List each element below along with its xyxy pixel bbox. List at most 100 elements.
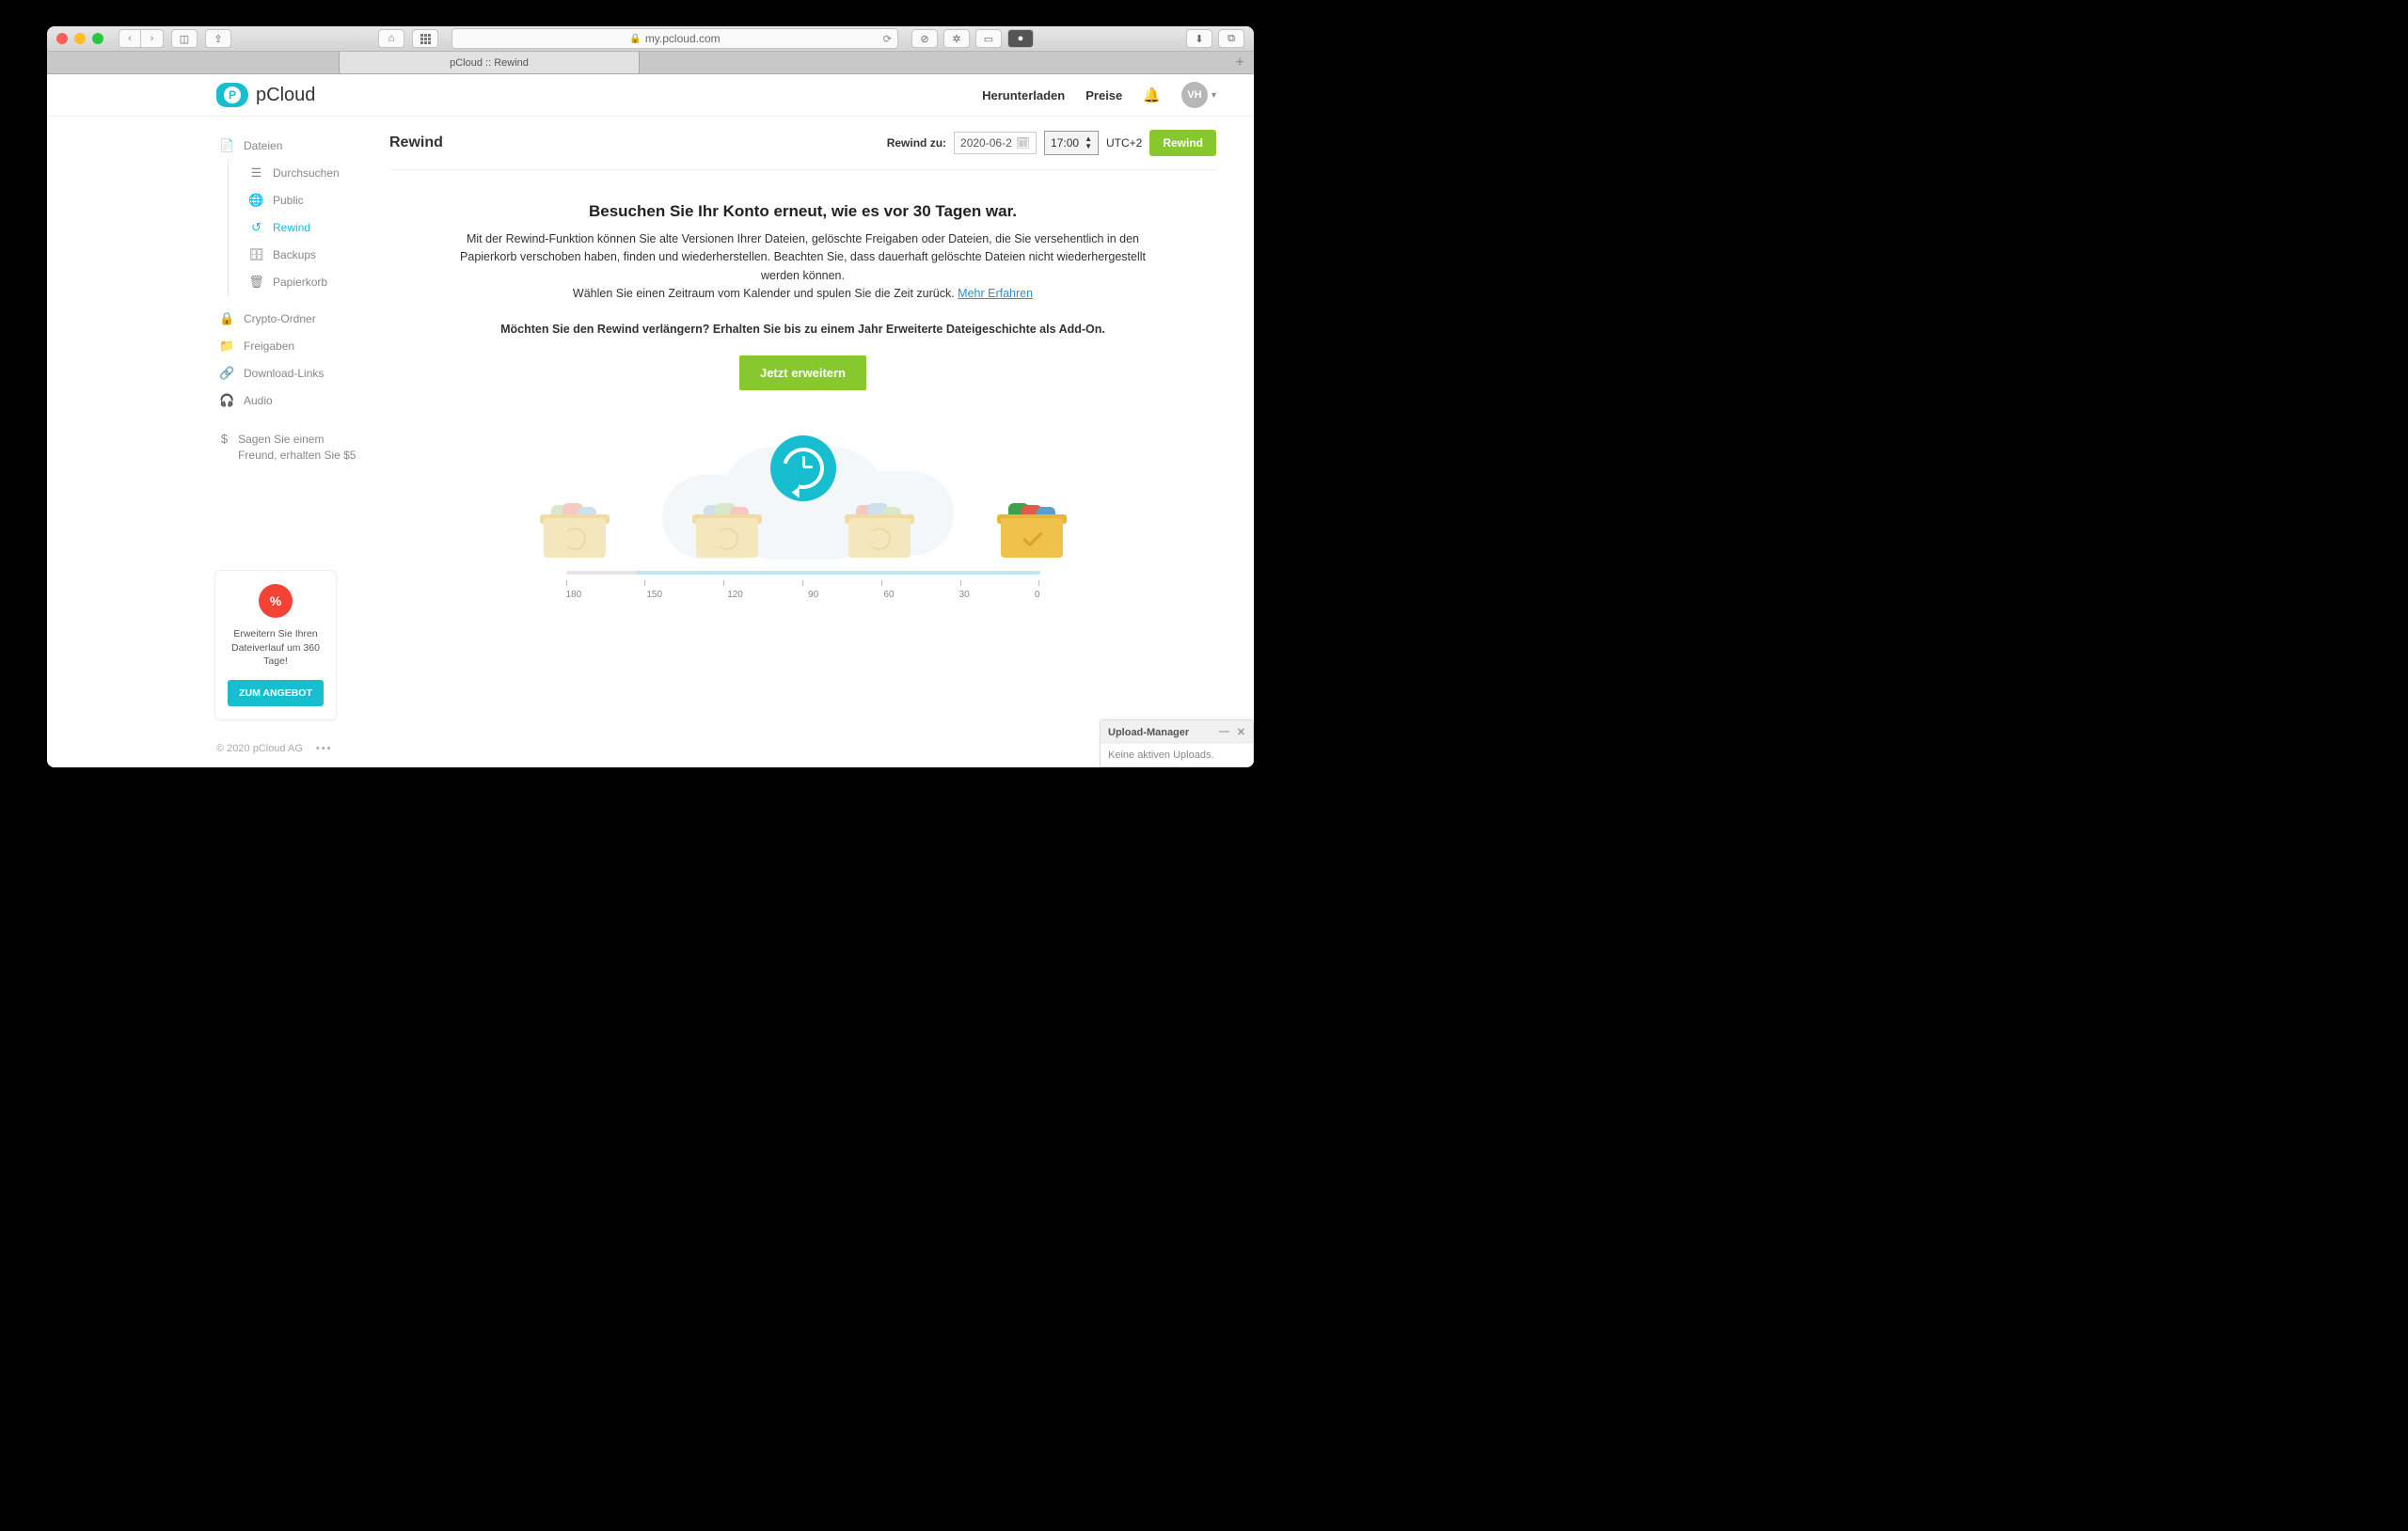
home-icon[interactable]: ⌂: [378, 29, 404, 48]
tl-label: 90: [808, 590, 818, 600]
minimize-window-icon[interactable]: [74, 33, 86, 44]
sidebar-label: Audio: [244, 394, 273, 407]
browser-window: ‹ › ◫ ⇪ ⌂ 🔒 my.pcloud.com ⟳ ⊘ ✲ ▭ ● ⬇ ⧉ …: [47, 26, 1254, 767]
hero: Besuchen Sie Ihr Konto erneut, wie es vo…: [389, 202, 1216, 390]
promo-card: % Erweitern Sie Ihren Dateiverlauf um 36…: [214, 570, 337, 720]
downloads-icon[interactable]: ⬇: [1186, 29, 1212, 48]
rewind-clock-icon: [770, 435, 836, 501]
learn-more-link[interactable]: Mehr Erfahren: [958, 287, 1033, 300]
tl-label: 120: [727, 590, 743, 600]
maximize-window-icon[interactable]: [92, 33, 103, 44]
chevron-down-icon: ▾: [1212, 90, 1216, 101]
sidebar-label: Crypto-Ordner: [244, 312, 316, 325]
tabs-icon[interactable]: ⧉: [1218, 29, 1244, 48]
date-input[interactable]: 2020-06-2 🗓: [954, 132, 1037, 154]
forward-button[interactable]: ›: [141, 29, 164, 48]
upload-manager: Upload-Manager — ✕ Keine aktiven Uploads…: [1100, 719, 1254, 767]
sidebar-item-public[interactable]: 🌐 Public: [229, 186, 367, 213]
current-box-icon: [1001, 509, 1063, 558]
upload-manager-title: Upload-Manager: [1108, 727, 1189, 738]
hero-sub2: Möchten Sie den Rewind verlängern? Erhal…: [451, 321, 1156, 339]
history-box-icon: [848, 509, 911, 558]
url-text: my.pcloud.com: [645, 32, 721, 45]
extension-icon-1[interactable]: ✲: [943, 29, 970, 48]
share-icon[interactable]: ⇪: [205, 29, 231, 48]
titlebar: ‹ › ◫ ⇪ ⌂ 🔒 my.pcloud.com ⟳ ⊘ ✲ ▭ ● ⬇ ⧉: [47, 26, 1254, 52]
lock-icon: 🔒: [220, 311, 234, 325]
account-menu[interactable]: VH ▾: [1181, 82, 1216, 108]
sidebar-label: Papierkorb: [273, 276, 327, 289]
list-icon: ☰: [249, 166, 263, 180]
tl-label: 60: [883, 590, 894, 600]
sidebar-toggle-icon[interactable]: ◫: [171, 29, 198, 48]
nav-download[interactable]: Herunterladen: [982, 88, 1065, 103]
address-bar[interactable]: 🔒 my.pcloud.com ⟳: [452, 28, 898, 49]
apps-icon[interactable]: [412, 29, 438, 48]
hero-body: Mit der Rewind-Funktion können Sie alte …: [451, 230, 1156, 304]
sidebar-label: Rewind: [273, 221, 310, 234]
tl-label: 180: [566, 590, 582, 600]
footer: © 2020 pCloud AG •••: [216, 743, 332, 754]
promo-text: Erweitern Sie Ihren Dateiverlauf um 360 …: [225, 627, 326, 669]
page-title: Rewind: [389, 134, 443, 151]
nav-pricing[interactable]: Preise: [1085, 88, 1122, 103]
headphones-icon: 🎧: [220, 393, 234, 407]
hero-heading: Besuchen Sie Ihr Konto erneut, wie es vo…: [389, 202, 1216, 221]
nav-back-forward: ‹ ›: [119, 29, 164, 48]
sidebar-item-referral[interactable]: $ Sagen Sie einem Freund, erhalten Sie $…: [216, 425, 367, 470]
privacy-icon[interactable]: ⊘: [911, 29, 938, 48]
extend-now-button[interactable]: Jetzt erweitern: [739, 355, 866, 390]
extension-icon-2[interactable]: ▭: [975, 29, 1002, 48]
sidebar-label: Durchsuchen: [273, 166, 340, 180]
sidebar-item-backups[interactable]: 🗄 Backups: [229, 241, 367, 268]
rewind-icon: ↺: [249, 220, 263, 234]
bell-icon[interactable]: 🔔: [1143, 87, 1161, 103]
sidebar-item-files[interactable]: 📄 Dateien: [216, 132, 367, 159]
new-tab-button[interactable]: +: [1226, 52, 1254, 73]
timezone-label: UTC+2: [1106, 136, 1142, 150]
promo-button[interactable]: ZUM ANGEBOT: [228, 680, 324, 706]
browser-tab[interactable]: pCloud :: Rewind: [339, 52, 640, 73]
tl-label: 0: [1035, 590, 1040, 600]
trash-icon: 🗑: [249, 275, 263, 289]
sidebar-item-rewind[interactable]: ↺ Rewind: [229, 213, 367, 241]
close-window-icon[interactable]: [56, 33, 68, 44]
sidebar-label: Dateien: [244, 139, 282, 152]
backup-icon: 🗄: [249, 247, 263, 261]
time-value: 17:00: [1051, 136, 1079, 150]
sidebar-item-crypto[interactable]: 🔒 Crypto-Ordner: [216, 305, 367, 332]
refresh-icon[interactable]: ⟳: [883, 33, 892, 45]
sidebar-item-shares[interactable]: 📁 Freigaben: [216, 332, 367, 359]
rewind-button[interactable]: Rewind: [1149, 130, 1216, 156]
rewind-illustration: 180 150 120 90 60 30 0: [389, 418, 1216, 600]
sidebar-item-trash[interactable]: 🗑 Papierkorb: [229, 268, 367, 295]
time-input[interactable]: 17:00 ▲▼: [1044, 131, 1099, 155]
sidebar-item-audio[interactable]: 🎧 Audio: [216, 387, 367, 414]
sidebar-label: Download-Links: [244, 367, 324, 380]
logo-icon: [216, 83, 248, 107]
window-controls: [56, 33, 103, 44]
tab-bar: pCloud :: Rewind +: [47, 52, 1254, 74]
history-box-icon: [544, 509, 606, 558]
link-icon: 🔗: [220, 366, 234, 380]
page-content: pCloud Herunterladen Preise 🔔 VH ▾ 📄 Dat…: [47, 74, 1254, 767]
more-icon[interactable]: •••: [316, 743, 333, 754]
check-icon: [1021, 528, 1043, 550]
calendar-icon: 🗓: [1016, 136, 1030, 150]
sidebar-item-browse[interactable]: ☰ Durchsuchen: [229, 159, 367, 186]
logo[interactable]: pCloud: [216, 83, 315, 107]
rewind-controls: Rewind zu: 2020-06-2 🗓 17:00 ▲▼ UTC+2 Re…: [887, 130, 1216, 156]
dollar-icon: $: [220, 432, 229, 446]
sidebar-label: Freigaben: [244, 339, 294, 353]
tab-title: pCloud :: Rewind: [450, 57, 529, 69]
extension-icon-3[interactable]: ●: [1007, 29, 1034, 48]
page-header: Rewind Rewind zu: 2020-06-2 🗓 17:00 ▲▼ U…: [389, 130, 1216, 156]
sidebar-item-links[interactable]: 🔗 Download-Links: [216, 359, 367, 387]
globe-icon: 🌐: [249, 193, 263, 207]
file-icon: 📄: [220, 138, 234, 152]
close-icon[interactable]: ✕: [1237, 726, 1245, 738]
back-button[interactable]: ‹: [119, 29, 141, 48]
minimize-icon[interactable]: —: [1219, 726, 1229, 738]
tl-label: 150: [646, 590, 662, 600]
avatar: VH: [1181, 82, 1208, 108]
